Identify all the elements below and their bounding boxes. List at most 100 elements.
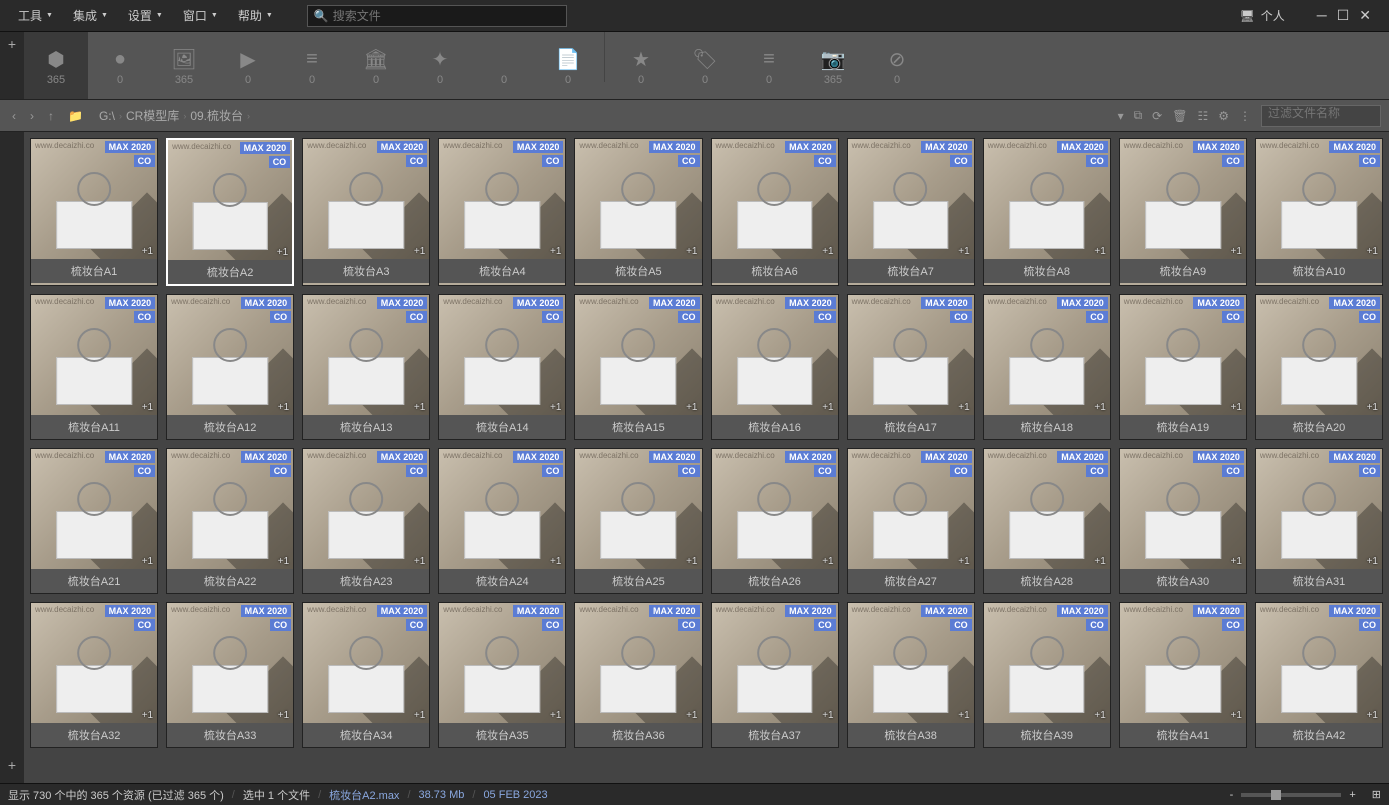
thumbnail[interactable]: MAX 2020CO+1梳妆台A7 <box>847 138 975 286</box>
tool-compass[interactable]: ✦0 <box>408 32 472 99</box>
thumbnail[interactable]: MAX 2020CO+1梳妆台A33 <box>166 602 294 748</box>
tool-forbidden[interactable]: ⊘0 <box>865 32 929 99</box>
thumbnail[interactable]: MAX 2020CO+1梳妆台A18 <box>983 294 1111 440</box>
maximize-button[interactable]: ☐ <box>1337 7 1350 24</box>
breadcrumb-part[interactable]: 09.梳妆台 <box>190 107 243 124</box>
zoom-out-icon[interactable]: - <box>1230 789 1234 801</box>
tool-tag[interactable]: 🏷0 <box>673 32 737 99</box>
add-icon[interactable]: + <box>8 36 16 52</box>
tool-count: 0 <box>638 74 644 86</box>
thumbnail[interactable]: MAX 2020CO+1梳妆台A27 <box>847 448 975 594</box>
thumbnail[interactable]: MAX 2020CO+1梳妆台A8 <box>983 138 1111 286</box>
tool-code[interactable]: 0 <box>472 32 536 99</box>
thumbnail[interactable]: MAX 2020CO+1梳妆台A20 <box>1255 294 1383 440</box>
tool-sphere[interactable]: ●0 <box>88 32 152 99</box>
folder-icon: 📁 <box>64 107 87 125</box>
tool-image[interactable]: 🖼365 <box>152 32 216 99</box>
thumb-label: 梳妆台A34 <box>303 723 429 747</box>
thumbnail[interactable]: MAX 2020CO+1梳妆台A36 <box>574 602 702 748</box>
badge-co: CO <box>269 156 291 168</box>
thumbnail[interactable]: MAX 2020CO+1梳妆台A11 <box>30 294 158 440</box>
compass-icon: ✦ <box>432 46 449 74</box>
filter-box[interactable] <box>1261 105 1381 127</box>
thumbnail[interactable]: MAX 2020CO+1梳妆台A26 <box>711 448 839 594</box>
zoom-slider[interactable] <box>1241 793 1341 797</box>
zoom-in-icon[interactable]: + <box>1349 789 1355 801</box>
filter-input[interactable] <box>1268 106 1374 120</box>
search-input[interactable] <box>333 9 560 23</box>
minimize-button[interactable]: ─ <box>1317 7 1327 24</box>
thumbnail[interactable]: MAX 2020CO+1梳妆台A38 <box>847 602 975 748</box>
breadcrumb-part[interactable]: CR模型库 <box>126 107 179 124</box>
toolbar-sidebar: + <box>0 32 24 99</box>
dropdown-icon[interactable]: ▾ <box>1118 109 1124 123</box>
thumbnail[interactable]: MAX 2020CO+1梳妆台A23 <box>302 448 430 594</box>
add-panel-icon[interactable]: + <box>8 757 16 773</box>
close-button[interactable]: ✕ <box>1359 7 1371 24</box>
settings-icon[interactable]: ⚙ <box>1218 109 1229 123</box>
thumbnail[interactable]: MAX 2020CO+1梳妆台A10 <box>1255 138 1383 286</box>
grid-size-icon[interactable]: ⊞ <box>1372 788 1381 801</box>
thumbnail[interactable]: MAX 2020CO+1梳妆台A24 <box>438 448 566 594</box>
thumbnail[interactable]: MAX 2020CO+1梳妆台A5 <box>574 138 702 286</box>
thumbnail[interactable]: MAX 2020CO+1梳妆台A13 <box>302 294 430 440</box>
thumbnail[interactable]: MAX 2020CO+1梳妆台A15 <box>574 294 702 440</box>
nav-up[interactable]: ↑ <box>44 107 58 125</box>
thumbnail[interactable]: MAX 2020CO+1梳妆台A28 <box>983 448 1111 594</box>
thumbnail[interactable]: MAX 2020CO+1梳妆台A41 <box>1119 602 1247 748</box>
thumbnail[interactable]: MAX 2020CO+1梳妆台A37 <box>711 602 839 748</box>
thumbnail[interactable]: MAX 2020CO+1梳妆台A39 <box>983 602 1111 748</box>
badge-co: CO <box>1222 311 1244 323</box>
menu-item-0[interactable]: 工具▼ <box>8 3 63 28</box>
menu-item-2[interactable]: 设置▼ <box>118 3 173 28</box>
tool-cube[interactable]: ⬢365 <box>24 32 88 99</box>
thumb-image: MAX 2020CO+1 <box>167 603 293 723</box>
thumbnail[interactable]: MAX 2020CO+1梳妆台A31 <box>1255 448 1383 594</box>
layers-icon[interactable]: ☷ <box>1197 109 1208 123</box>
thumbnail[interactable]: MAX 2020CO+1梳妆台A42 <box>1255 602 1383 748</box>
menu-item-1[interactable]: 集成▼ <box>63 3 118 28</box>
trash-icon[interactable]: 🗑 <box>1172 109 1187 123</box>
menu-item-3[interactable]: 窗口▼ <box>173 3 228 28</box>
thumbnail[interactable]: MAX 2020CO+1梳妆台A1 <box>30 138 158 286</box>
thumbnail[interactable]: MAX 2020CO+1梳妆台A22 <box>166 448 294 594</box>
search-box[interactable]: 🔍 <box>307 5 567 27</box>
tool-audio[interactable]: ≡0 <box>280 32 344 99</box>
personal-badge[interactable]: 🖥 个人 <box>1232 7 1293 24</box>
thumbnail[interactable]: MAX 2020CO+1梳妆台A9 <box>1119 138 1247 286</box>
tool-video[interactable]: ▶0 <box>216 32 280 99</box>
thumbnail[interactable]: MAX 2020CO+1梳妆台A30 <box>1119 448 1247 594</box>
nav-back[interactable]: ‹ <box>8 107 20 125</box>
thumbnail[interactable]: MAX 2020CO+1梳妆台A4 <box>438 138 566 286</box>
tool-lines[interactable]: ≡0 <box>737 32 801 99</box>
thumbnail[interactable]: MAX 2020CO+1梳妆台A35 <box>438 602 566 748</box>
breadcrumb-part[interactable]: G:\ <box>99 109 115 123</box>
plus-badge: +1 <box>550 402 561 413</box>
grid-area[interactable]: MAX 2020CO+1梳妆台A1MAX 2020CO+1梳妆台A2MAX 20… <box>24 132 1389 783</box>
thumbnail[interactable]: MAX 2020CO+1梳妆台A16 <box>711 294 839 440</box>
thumbnail[interactable]: MAX 2020CO+1梳妆台A14 <box>438 294 566 440</box>
menu-item-4[interactable]: 帮助▼ <box>228 3 283 28</box>
thumbnail[interactable]: MAX 2020CO+1梳妆台A17 <box>847 294 975 440</box>
thumbnail[interactable]: MAX 2020CO+1梳妆台A34 <box>302 602 430 748</box>
thumbnail[interactable]: MAX 2020CO+1梳妆台A32 <box>30 602 158 748</box>
thumbnail[interactable]: MAX 2020CO+1梳妆台A3 <box>302 138 430 286</box>
thumbnail[interactable]: MAX 2020CO+1梳妆台A25 <box>574 448 702 594</box>
tool-file[interactable]: 📄0 <box>536 32 600 99</box>
more-icon[interactable]: ⋮ <box>1239 109 1251 123</box>
badge-co: CO <box>1086 465 1108 477</box>
personal-label: 个人 <box>1261 7 1285 24</box>
tool-count: 0 <box>117 74 123 86</box>
nav-forward[interactable]: › <box>26 107 38 125</box>
refresh-icon[interactable]: ⟳ <box>1152 109 1162 123</box>
tool-star[interactable]: ★0 <box>609 32 673 99</box>
thumbnail[interactable]: MAX 2020CO+1梳妆台A12 <box>166 294 294 440</box>
thumbnail[interactable]: MAX 2020CO+1梳妆台A2 <box>166 138 294 286</box>
thumbnail[interactable]: MAX 2020CO+1梳妆台A19 <box>1119 294 1247 440</box>
image-icon: 🖼 <box>171 46 196 74</box>
tool-camera[interactable]: 📷365 <box>801 32 865 99</box>
thumbnail[interactable]: MAX 2020CO+1梳妆台A6 <box>711 138 839 286</box>
tool-building[interactable]: 🏛0 <box>344 32 408 99</box>
copy-icon[interactable]: ⧉ <box>1134 108 1143 123</box>
thumbnail[interactable]: MAX 2020CO+1梳妆台A21 <box>30 448 158 594</box>
